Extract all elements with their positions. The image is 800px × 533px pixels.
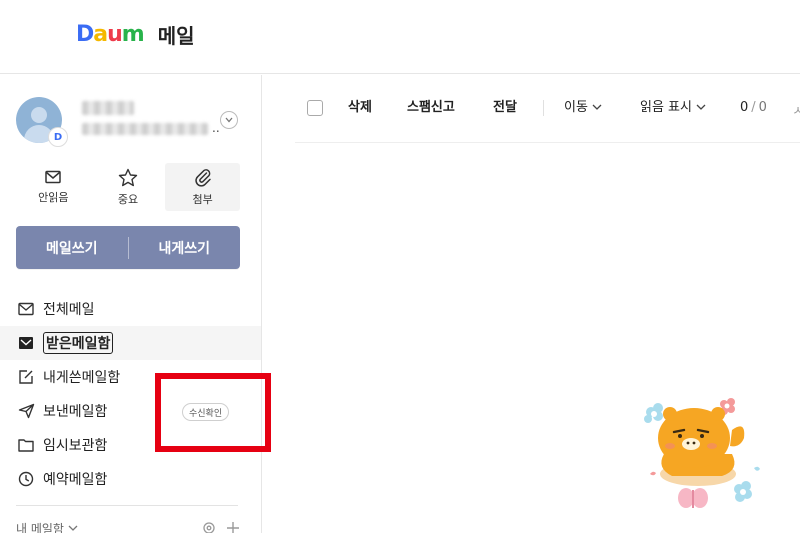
profile-area[interactable]: D ..	[16, 97, 246, 149]
select-all-checkbox[interactable]	[307, 100, 323, 116]
sidebar: D .. 안읽음 중요 첨부 메일쓰기 내게쓰기 전체메일 받은메일함 내게쓴메…	[0, 75, 262, 533]
clock-icon	[17, 470, 35, 488]
add-folder-icon[interactable]	[226, 521, 240, 533]
email-ellipsis: ..	[212, 121, 220, 135]
folder-all-mail-label: 전체메일	[43, 302, 95, 318]
filter-unread-label: 안읽음	[38, 191, 69, 204]
folder-inbox[interactable]: 받은메일함	[0, 326, 261, 360]
send-icon	[17, 402, 35, 420]
page-count: 0/0	[740, 100, 767, 115]
logo-letter: a	[93, 21, 108, 47]
count-separator: /	[751, 100, 756, 115]
envelope-icon	[45, 170, 62, 184]
folder-icon	[17, 436, 35, 454]
highlight-box	[155, 373, 271, 452]
flower-icon	[644, 403, 663, 423]
butterfly-icon	[678, 488, 708, 508]
ryan-bear	[658, 407, 745, 486]
mark-read-label: 읽음 표시	[640, 100, 692, 115]
count-current: 0	[740, 100, 749, 115]
quick-filters: 안읽음 중요 첨부	[16, 163, 241, 211]
filter-unread-button[interactable]: 안읽음	[16, 163, 91, 211]
sidebar-divider	[16, 505, 238, 506]
inbox-icon	[17, 334, 35, 352]
chevron-down-icon	[592, 104, 602, 110]
chevron-down-icon	[696, 104, 706, 110]
folder-self-sent-label: 내게쓴메일함	[43, 370, 121, 386]
compose-mail-button[interactable]: 메일쓰기	[16, 238, 128, 258]
filter-attachment-label: 첨부	[192, 193, 213, 206]
spam-report-button[interactable]: 스팸신고	[407, 100, 455, 116]
logo-letter: D	[76, 21, 94, 47]
my-mailbox-label: 내 메일함	[16, 521, 64, 533]
logo-letter: u	[107, 21, 123, 47]
filter-attachment-button[interactable]: 첨부	[165, 163, 241, 211]
blurred-user-name	[82, 101, 134, 115]
folder-all-mail[interactable]: 전체메일	[0, 292, 261, 326]
filter-important-label: 중요	[117, 192, 139, 206]
app-header: D a u m 메일	[0, 0, 800, 74]
move-label: 이동	[564, 100, 588, 115]
daum-mail-logo[interactable]: D a u m 메일	[76, 20, 195, 48]
filter-important-button[interactable]: 중요	[91, 163, 166, 211]
folder-scheduled-label: 예약메일함	[43, 472, 108, 488]
blurred-user-email	[82, 123, 208, 135]
folder-sent-label: 보낸메일함	[43, 404, 108, 420]
edit-icon	[17, 368, 35, 386]
petal-icon	[650, 471, 656, 476]
folder-drafts-label: 임시보관함	[43, 438, 108, 454]
mark-read-dropdown[interactable]: 읽음 표시	[640, 100, 706, 116]
toolbar-cutoff-text: ㅅ	[792, 104, 800, 119]
folder-scheduled[interactable]: 예약메일함	[0, 462, 261, 496]
delete-button[interactable]: 삭제	[348, 100, 372, 116]
flower-icon	[734, 481, 752, 502]
daum-logo: D a u m	[76, 21, 145, 47]
ryan-character-illustration	[644, 398, 760, 508]
logo-letter: m	[121, 21, 145, 47]
move-dropdown[interactable]: 이동	[564, 100, 602, 116]
daum-badge-icon: D	[48, 127, 68, 147]
compose-bar: 메일쓰기 내게쓰기	[16, 226, 240, 269]
settings-icon[interactable]	[202, 521, 216, 533]
my-mailbox-section[interactable]: 내 메일함	[16, 520, 240, 533]
star-icon	[118, 168, 138, 186]
toolbar-divider	[543, 100, 544, 116]
folder-inbox-label: 받은메일함	[43, 332, 114, 354]
petal-icon	[754, 466, 760, 471]
count-total: 0	[758, 100, 767, 115]
paperclip-icon	[194, 169, 211, 187]
service-title: 메일	[157, 23, 195, 48]
all-mail-icon	[17, 300, 35, 318]
chevron-down-icon[interactable]	[68, 524, 78, 532]
chevron-down-icon[interactable]	[220, 111, 238, 129]
forward-button[interactable]: 전달	[493, 100, 517, 116]
toolbar-underline	[295, 142, 800, 143]
write-to-self-button[interactable]: 내게쓰기	[129, 238, 241, 258]
